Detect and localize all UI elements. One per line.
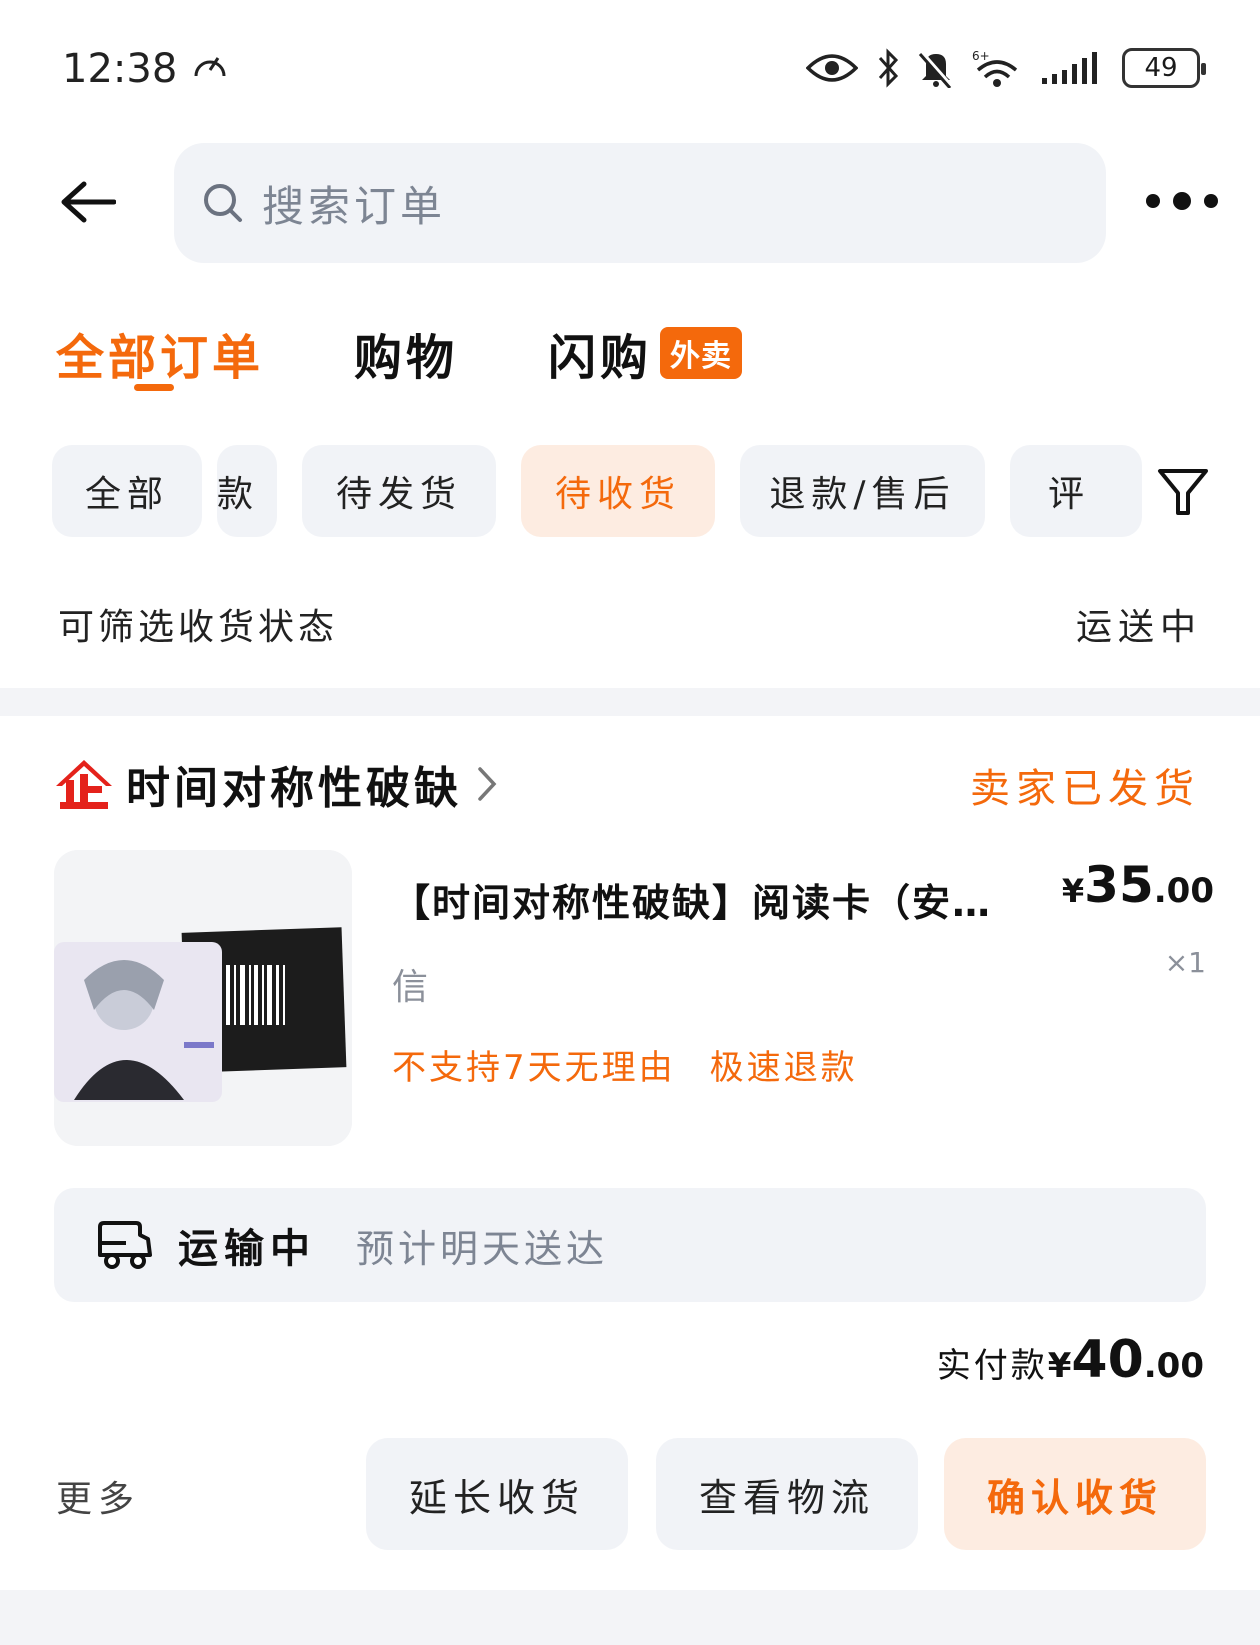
product-image[interactable]: [54, 850, 352, 1146]
tab-label: 购物: [354, 330, 459, 386]
more-link[interactable]: 更多: [56, 1470, 140, 1522]
enterprise-shop-icon: [56, 760, 112, 809]
chip-refund-aftersales[interactable]: 退款/售后: [740, 445, 985, 537]
search-input[interactable]: 搜索订单: [174, 143, 1106, 263]
product-price: ¥35.00: [1062, 856, 1214, 914]
status-time: 12:38: [62, 46, 230, 92]
chip-label: 全部: [84, 474, 169, 515]
paid-amount: 实付款¥40.00: [937, 1330, 1204, 1390]
signal-icon: [1042, 52, 1097, 84]
tab-all-orders[interactable]: 全部订单: [56, 318, 265, 391]
tag-no-7day-return: 不支持7天无理由: [392, 1048, 676, 1088]
filter-icon[interactable]: [1156, 465, 1210, 519]
chip-label: 评: [1048, 474, 1091, 515]
dot-icon: [1204, 194, 1218, 208]
battery-level: 49: [1144, 53, 1178, 83]
search-placeholder: 搜索订单: [262, 181, 447, 231]
logistics-status: 运输中: [178, 1226, 316, 1272]
product-photo: [54, 850, 352, 1146]
price-currency: ¥: [1061, 872, 1085, 910]
svg-text:6+: 6+: [972, 49, 990, 63]
button-label: 查看物流: [698, 1475, 875, 1520]
back-button[interactable]: [58, 172, 118, 232]
extend-receipt-button[interactable]: 延长收货: [366, 1438, 628, 1550]
status-chips: 全部 款 待发货 待收货 退款/售后 评: [52, 445, 1142, 537]
logistics-eta: 预计明天送达: [356, 1226, 609, 1271]
button-label: 确认收货: [986, 1475, 1163, 1520]
sub-filter-label: 可筛选收货状态: [58, 607, 339, 648]
truck-icon: [98, 1221, 152, 1269]
chip-pending-payment[interactable]: 款: [217, 445, 277, 537]
tab-label: 全部订单: [56, 330, 265, 386]
wifi-icon: 6+: [972, 49, 1018, 87]
chip-review[interactable]: 评: [1010, 445, 1142, 537]
takeout-badge: 外卖: [660, 327, 743, 379]
more-options-button[interactable]: [1146, 186, 1218, 216]
chip-label: 待收货: [554, 474, 681, 515]
paid-label: 实付款: [936, 1346, 1048, 1386]
product-spec: 信: [392, 967, 429, 1008]
chip-label: 款: [217, 474, 260, 515]
tab-shopping[interactable]: 购物: [354, 318, 458, 388]
time-text: 12:38: [62, 46, 178, 92]
chip-label: 退款/售后: [769, 474, 956, 515]
view-logistics-button[interactable]: 查看物流: [656, 1438, 918, 1550]
paid-dec: .00: [1143, 1346, 1204, 1386]
chip-pending-receipt[interactable]: 待收货: [521, 445, 715, 537]
logistics-bar[interactable]: 运输中 预计明天送达: [54, 1188, 1206, 1302]
chip-pending-shipment[interactable]: 待发货: [302, 445, 496, 537]
main-tabs: 全部订单 购物 闪购 外卖: [56, 318, 832, 391]
section-divider: [0, 1590, 1260, 1645]
order-status: 卖家已发货: [970, 766, 1200, 812]
barcode: [226, 965, 285, 1025]
status-icons: 6+ 49: [806, 48, 1206, 88]
tag-fast-refund: 极速退款: [709, 1048, 858, 1088]
price-int: 35: [1084, 856, 1154, 914]
chip-label: 待发货: [335, 474, 462, 515]
tab-label: 闪购: [548, 330, 653, 386]
confirm-receipt-button[interactable]: 确认收货: [944, 1438, 1206, 1550]
dot-icon: [1146, 194, 1160, 208]
bluetooth-icon: [878, 48, 899, 88]
location-sync-icon: [194, 57, 226, 77]
paid-currency: ¥: [1047, 1346, 1072, 1386]
chevron-right-icon: [478, 767, 497, 801]
product-tags: 不支持7天无理由 极速退款: [392, 1040, 858, 1089]
price-dec: .00: [1153, 871, 1214, 911]
arrow-left-icon: [61, 181, 116, 223]
shop-name: 时间对称性破缺: [126, 763, 462, 814]
status-bar: 12:38 6+ 49: [0, 0, 1260, 140]
product-quantity: ×1: [1164, 946, 1206, 979]
chip-all[interactable]: 全部: [52, 445, 202, 537]
shop-header[interactable]: 时间对称性破缺: [54, 752, 498, 816]
search-icon: [204, 184, 242, 222]
battery-icon: 49: [1122, 48, 1206, 88]
product-title[interactable]: 【时间对称性破缺】阅读卡（安…: [392, 872, 1042, 927]
sub-filter-value[interactable]: 运送中: [1076, 598, 1202, 650]
button-label: 延长收货: [408, 1475, 585, 1520]
eye-icon: [806, 54, 858, 82]
tab-flash-buy[interactable]: 闪购 外卖: [548, 318, 743, 388]
mute-icon: [918, 51, 954, 88]
section-divider: [0, 688, 1260, 716]
paid-int: 40: [1071, 1330, 1144, 1390]
dot-icon: [1173, 192, 1191, 210]
